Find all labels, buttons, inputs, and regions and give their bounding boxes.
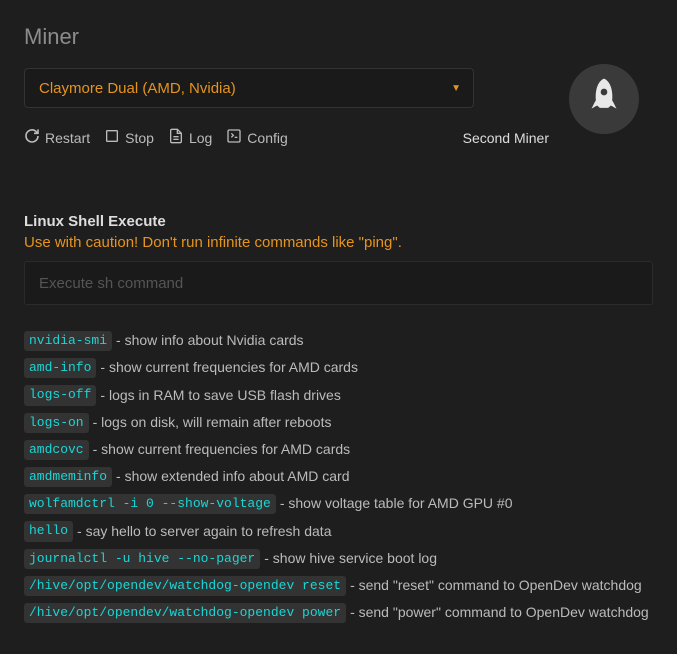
restart-label: Restart [45,130,90,146]
command-chip[interactable]: amdmeminfo [24,467,112,487]
command-row: logs-off - logs in RAM to save USB flash… [24,385,653,405]
command-desc: - show current frequencies for AMD cards [100,358,358,378]
command-row: journalctl -u hive --no-pager - show hiv… [24,549,653,569]
command-chip[interactable]: logs-off [24,385,96,405]
config-label: Config [247,130,287,146]
command-list: nvidia-smi - show info about Nvidia card… [24,331,653,623]
miner-select-value: Claymore Dual (AMD, Nvidia) [39,80,236,97]
restart-icon [24,128,40,147]
command-row: /hive/opt/opendev/watchdog-opendev power… [24,603,653,623]
command-row: amdcovc - show current frequencies for A… [24,440,653,460]
config-button[interactable]: Config [226,128,287,147]
command-chip[interactable]: amd-info [24,358,96,378]
rocket-icon [587,77,621,122]
command-desc: - logs on disk, will remain after reboot… [93,413,332,433]
shell-title: Linux Shell Execute [24,213,653,230]
command-row: wolfamdctrl -i 0 --show-voltage - show v… [24,494,653,514]
restart-button[interactable]: Restart [24,128,90,147]
command-desc: - show current frequencies for AMD cards [93,440,351,460]
stop-label: Stop [125,130,154,146]
command-chip[interactable]: /hive/opt/opendev/watchdog-opendev power [24,603,346,623]
config-icon [226,128,242,147]
command-desc: - show hive service boot log [264,549,437,569]
miner-avatar [569,64,639,134]
stop-icon [104,128,120,147]
page-title: Miner [24,24,549,50]
shell-warning: Use with caution! Don't run infinite com… [24,234,653,251]
miner-select[interactable]: Claymore Dual (AMD, Nvidia) ▼ [24,68,474,108]
log-label: Log [189,130,212,146]
command-desc: - logs in RAM to save USB flash drives [100,386,340,406]
stop-button[interactable]: Stop [104,128,154,147]
command-desc: - say hello to server again to refresh d… [77,522,331,542]
command-row: amdmeminfo - show extended info about AM… [24,467,653,487]
command-row: amd-info - show current frequencies for … [24,358,653,378]
log-icon [168,128,184,147]
command-desc: - show voltage table for AMD GPU #0 [280,494,513,514]
log-button[interactable]: Log [168,128,212,147]
command-row: logs-on - logs on disk, will remain afte… [24,413,653,433]
command-chip[interactable]: logs-on [24,413,89,433]
command-row: hello - say hello to server again to ref… [24,521,653,541]
command-chip[interactable]: wolfamdctrl -i 0 --show-voltage [24,494,276,514]
command-desc: - show info about Nvidia cards [116,331,304,351]
chevron-down-icon: ▼ [451,83,461,94]
miner-toolbar: Restart Stop Log [24,128,549,147]
second-miner-button[interactable]: Second Miner [463,130,549,146]
command-chip[interactable]: hello [24,521,73,541]
command-desc: - show extended info about AMD card [116,467,349,487]
command-chip[interactable]: journalctl -u hive --no-pager [24,549,260,569]
shell-command-input[interactable] [24,261,653,305]
command-desc: - send "power" command to OpenDev watchd… [350,603,649,623]
command-row: nvidia-smi - show info about Nvidia card… [24,331,653,351]
command-chip[interactable]: nvidia-smi [24,331,112,351]
command-chip[interactable]: amdcovc [24,440,89,460]
